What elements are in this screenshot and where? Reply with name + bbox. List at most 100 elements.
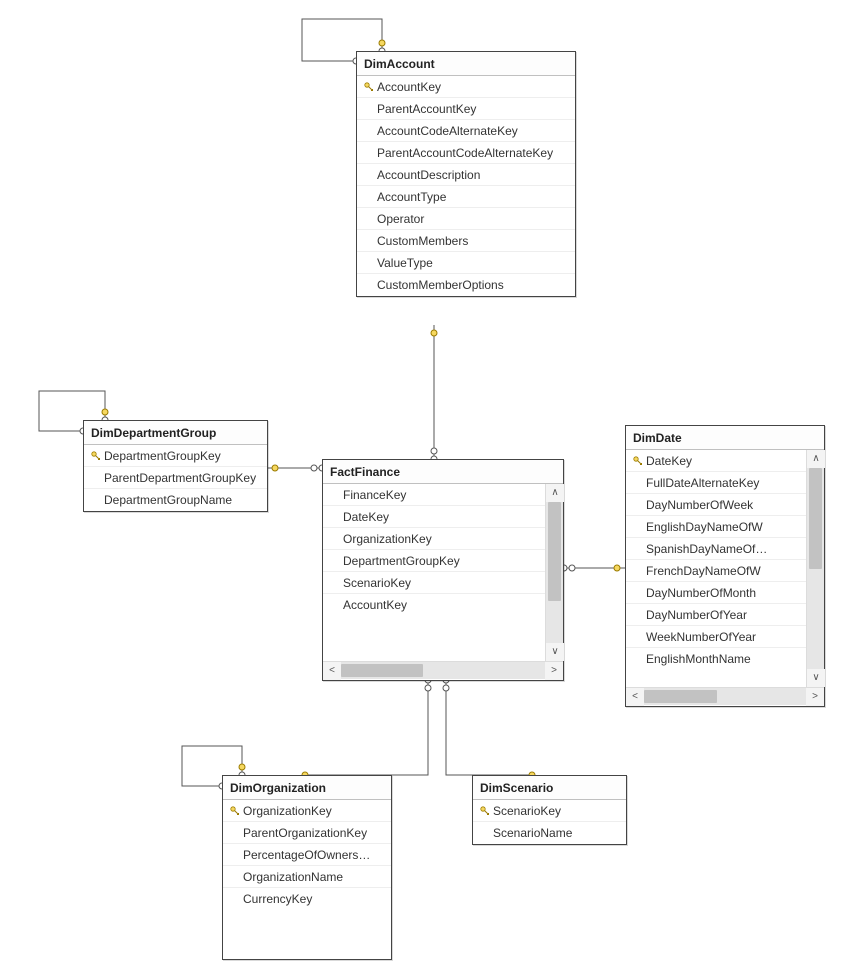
column-name: AccountKey [377, 80, 569, 94]
entity-title: DimDate [626, 426, 824, 450]
key-icon [364, 82, 374, 92]
column-name: ParentAccountKey [377, 102, 569, 116]
table-row[interactable]: WeekNumberOfYear [626, 626, 806, 648]
table-row[interactable]: EnglishMonthName [626, 648, 806, 670]
table-row[interactable]: OrganizationKey [323, 528, 545, 550]
table-row[interactable]: ParentDepartmentGroupKey [84, 467, 267, 489]
column-name: FrenchDayNameOfW [646, 564, 800, 578]
scroll-thumb[interactable] [644, 690, 717, 703]
table-row[interactable]: DayNumberOfWeek [626, 494, 806, 516]
column-name: ParentOrganizationKey [243, 826, 385, 840]
scroll-track[interactable] [341, 662, 545, 679]
key-icon [633, 456, 643, 466]
diagram-canvas: DimAccount AccountKey ParentAccountKey A… [0, 0, 858, 973]
table-row[interactable]: CustomMembers [357, 230, 575, 252]
column-name: ScenarioName [493, 826, 620, 840]
scroll-up-button[interactable]: ∧ [807, 450, 825, 468]
table-row[interactable]: Operator [357, 208, 575, 230]
column-name: OrganizationKey [243, 804, 385, 818]
table-row[interactable]: ParentAccountCodeAlternateKey [357, 142, 575, 164]
column-name: OrganizationName [243, 870, 385, 884]
column-name: DepartmentGroupName [104, 493, 261, 507]
column-name: CustomMembers [377, 234, 569, 248]
table-row[interactable]: DayNumberOfYear [626, 604, 806, 626]
table-row[interactable]: FinanceKey [323, 484, 545, 506]
table-row[interactable]: ParentAccountKey [357, 98, 575, 120]
table-row[interactable]: DayNumberOfMonth [626, 582, 806, 604]
table-row[interactable]: AccountType [357, 186, 575, 208]
table-row[interactable]: DepartmentGroupKey [323, 550, 545, 572]
entity-dim-date[interactable]: DimDate DateKey FullDateAlternateKey Day… [625, 425, 825, 707]
table-row[interactable]: AccountDescription [357, 164, 575, 186]
table-row[interactable]: OrganizationName [223, 866, 391, 888]
scroll-thumb[interactable] [341, 664, 423, 677]
table-row[interactable]: ScenarioKey [473, 800, 626, 822]
column-list: FinanceKey DateKey OrganizationKey Depar… [323, 484, 563, 661]
scroll-thumb[interactable] [809, 468, 822, 569]
column-name: FinanceKey [343, 488, 539, 502]
horizontal-scrollbar[interactable]: < > [323, 661, 563, 679]
column-name: OrganizationKey [343, 532, 539, 546]
column-name: ScenarioKey [493, 804, 620, 818]
table-row[interactable]: AccountKey [323, 594, 545, 616]
table-row[interactable]: PercentageOfOwners… [223, 844, 391, 866]
table-row[interactable]: AccountCodeAlternateKey [357, 120, 575, 142]
column-name: AccountCodeAlternateKey [377, 124, 569, 138]
vertical-scrollbar[interactable]: ∧ ∨ [545, 484, 563, 661]
column-name: DepartmentGroupKey [343, 554, 539, 568]
key-icon [230, 806, 240, 816]
column-name: CurrencyKey [243, 892, 385, 906]
entity-dim-organization[interactable]: DimOrganization OrganizationKey ParentOr… [222, 775, 392, 960]
entity-dim-account[interactable]: DimAccount AccountKey ParentAccountKey A… [356, 51, 576, 297]
column-name: DayNumberOfYear [646, 608, 800, 622]
table-row[interactable]: FullDateAlternateKey [626, 472, 806, 494]
scroll-track[interactable] [546, 502, 563, 643]
scroll-track[interactable] [807, 468, 824, 669]
column-name: ScenarioKey [343, 576, 539, 590]
entity-title: FactFinance [323, 460, 563, 484]
column-name: CustomMemberOptions [377, 278, 569, 292]
table-row[interactable]: OrganizationKey [223, 800, 391, 822]
table-row[interactable]: EnglishDayNameOfW [626, 516, 806, 538]
scroll-track[interactable] [644, 688, 806, 705]
column-list: OrganizationKey ParentOrganizationKey Pe… [223, 800, 391, 910]
table-row[interactable]: DateKey [626, 450, 806, 472]
scroll-up-button[interactable]: ∧ [546, 484, 564, 502]
column-name: ParentDepartmentGroupKey [104, 471, 261, 485]
column-name: SpanishDayNameOf… [646, 542, 800, 556]
table-row[interactable]: ParentOrganizationKey [223, 822, 391, 844]
scroll-right-button[interactable]: > [806, 688, 824, 706]
column-name: DayNumberOfMonth [646, 586, 800, 600]
table-row[interactable]: CustomMemberOptions [357, 274, 575, 296]
table-row[interactable]: ScenarioKey [323, 572, 545, 594]
column-list: DepartmentGroupKey ParentDepartmentGroup… [84, 445, 267, 511]
table-row[interactable]: AccountKey [357, 76, 575, 98]
table-row[interactable]: ValueType [357, 252, 575, 274]
scroll-thumb[interactable] [548, 502, 561, 601]
column-name: AccountKey [343, 598, 539, 612]
column-list: ScenarioKey ScenarioName [473, 800, 626, 844]
scroll-down-button[interactable]: ∨ [546, 643, 564, 661]
column-name: DateKey [343, 510, 539, 524]
scroll-right-button[interactable]: > [545, 662, 563, 680]
table-row[interactable]: SpanishDayNameOf… [626, 538, 806, 560]
scroll-left-button[interactable]: < [626, 688, 644, 706]
vertical-scrollbar[interactable]: ∧ ∨ [806, 450, 824, 687]
table-row[interactable]: DepartmentGroupKey [84, 445, 267, 467]
table-row[interactable]: CurrencyKey [223, 888, 391, 910]
table-row[interactable]: ScenarioName [473, 822, 626, 844]
column-list: AccountKey ParentAccountKey AccountCodeA… [357, 76, 575, 296]
entity-dim-department-group[interactable]: DimDepartmentGroup DepartmentGroupKey Pa… [83, 420, 268, 512]
table-row[interactable]: FrenchDayNameOfW [626, 560, 806, 582]
column-name: EnglishMonthName [646, 652, 800, 666]
entity-dim-scenario[interactable]: DimScenario ScenarioKey ScenarioName [472, 775, 627, 845]
horizontal-scrollbar[interactable]: < > [626, 687, 824, 705]
scroll-left-button[interactable]: < [323, 662, 341, 680]
key-icon [480, 806, 490, 816]
entity-title: DimAccount [357, 52, 575, 76]
entity-fact-finance[interactable]: FactFinance FinanceKey DateKey Organizat… [322, 459, 564, 681]
column-name: PercentageOfOwners… [243, 848, 385, 862]
table-row[interactable]: DepartmentGroupName [84, 489, 267, 511]
scroll-down-button[interactable]: ∨ [807, 669, 825, 687]
table-row[interactable]: DateKey [323, 506, 545, 528]
